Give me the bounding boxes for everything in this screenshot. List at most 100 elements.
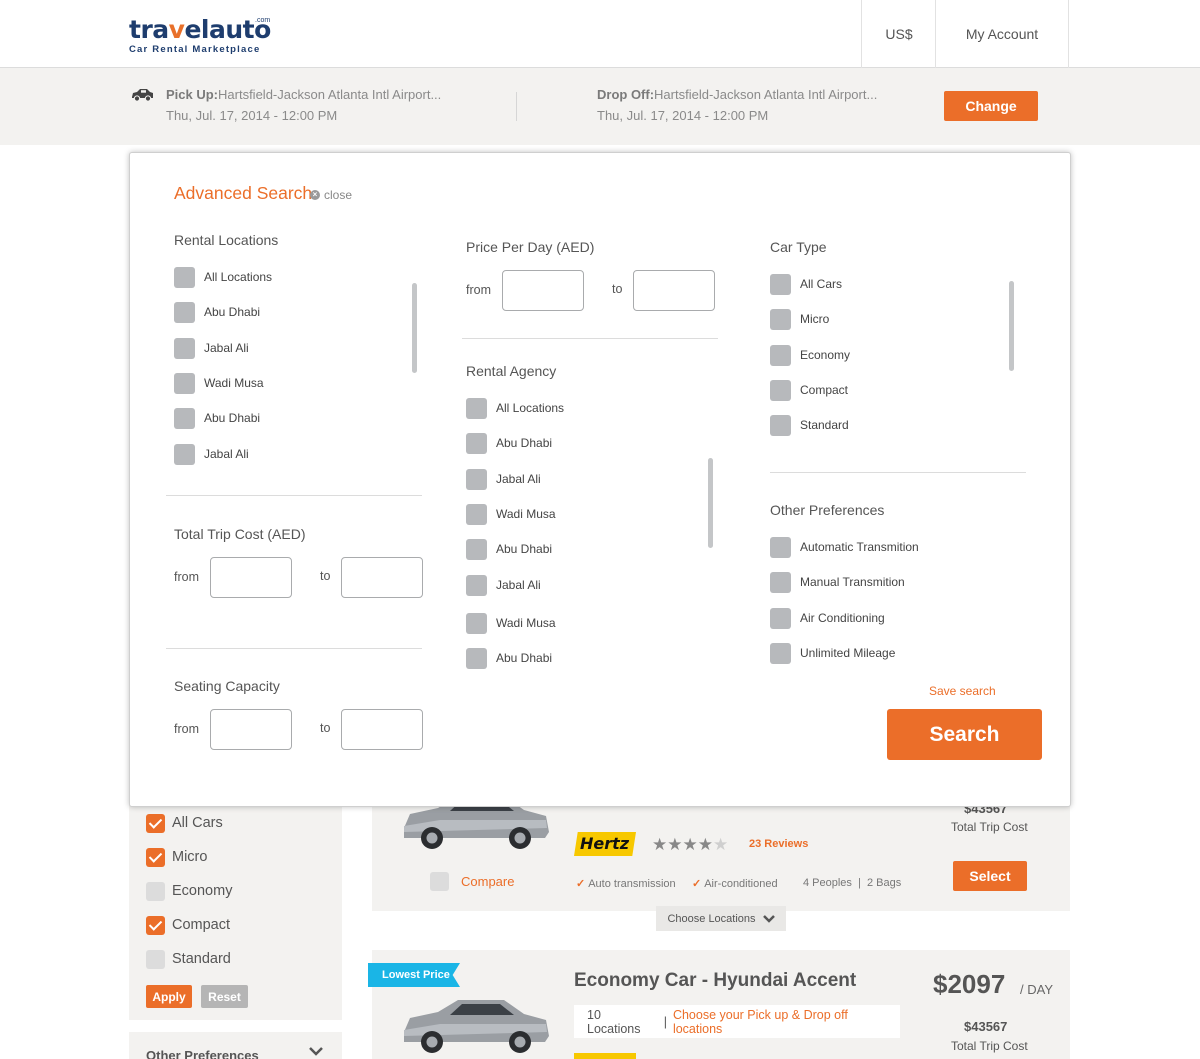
checkbox-checked-icon[interactable] [146,915,165,935]
dropoff-label: Drop Off: [597,87,655,102]
section-divider [462,338,718,339]
checkbox-icon[interactable] [770,536,791,558]
trip-cost-to-input[interactable] [341,557,423,598]
preference-option[interactable]: Manual Transmition [770,571,905,593]
currency-selector[interactable]: US$ [861,0,936,68]
top-header: travelauto .com Car Rental Marketplace U… [0,0,1200,68]
checkbox-icon[interactable] [174,407,195,429]
location-option[interactable]: Wadi Musa [174,372,264,394]
pickup-line: Pick Up:Hartsfield-Jackson Atlanta Intl … [166,84,441,105]
rental-agency-scrollbar[interactable] [708,458,713,548]
price-to-input[interactable] [633,270,715,311]
agency-option[interactable]: Abu Dhabi [466,647,552,669]
checkbox-icon[interactable] [770,414,791,436]
checkbox-icon[interactable] [770,273,791,295]
checkbox-icon[interactable] [174,337,195,359]
checkbox-unchecked-icon[interactable] [146,949,165,969]
checkbox-icon[interactable] [174,372,195,394]
agency-option[interactable]: Wadi Musa [466,503,556,525]
car-type-scrollbar[interactable] [1009,281,1014,371]
save-search-link[interactable]: Save search [929,684,996,698]
agency-option[interactable]: All Locations [466,397,564,419]
close-icon: × [310,190,320,200]
to-label: to [320,569,331,583]
checkbox-icon[interactable] [466,432,487,454]
option-label: All Locations [496,401,565,415]
seating-from-input[interactable] [210,709,292,750]
choose-locations-link[interactable]: Choose your Pick up & Drop off locations [673,1008,900,1036]
car-icon [132,89,153,102]
rental-locations-scrollbar[interactable] [412,283,417,373]
location-option[interactable]: Abu Dhabi [174,407,260,429]
price-per-day: $2097 [933,969,1006,999]
checkbox-unchecked-icon[interactable] [430,872,449,891]
preference-option[interactable]: Unlimited Mileage [770,642,895,664]
car-type-option[interactable]: Compact [770,379,848,401]
checkbox-icon[interactable] [466,503,487,525]
car-type-option[interactable]: All Cars [770,273,842,295]
travelauto-logo[interactable]: travelauto .com Car Rental Marketplace [129,17,271,56]
car-title[interactable]: Economy Car - Hyundai Accent [574,970,856,992]
apply-button[interactable]: Apply [146,985,192,1008]
my-account-link[interactable]: My Account [935,0,1069,68]
preference-option[interactable]: Automatic Transmition [770,536,919,558]
checkbox-icon[interactable] [770,642,791,664]
checkbox-icon[interactable] [770,379,791,401]
sidebar-filter-economy[interactable]: Economy [146,881,232,901]
car-image[interactable] [400,992,552,1059]
price-from-input[interactable] [502,270,584,311]
location-option[interactable]: All Locations [174,266,272,288]
location-option[interactable]: Jabal Ali [174,337,249,359]
checkbox-icon[interactable] [770,607,791,629]
preference-option[interactable]: Air Conditioning [770,607,885,629]
checkbox-icon[interactable] [466,538,487,560]
sidebar-filter-standard[interactable]: Standard [146,949,231,969]
checkbox-unchecked-icon[interactable] [146,881,165,901]
location-option[interactable]: Jabal Ali [174,443,249,465]
compare-label: Compare [461,874,515,889]
checkbox-icon[interactable] [174,301,195,323]
option-label: Micro [800,312,830,326]
location-option[interactable]: Abu Dhabi [174,301,260,323]
hertz-logo [574,1053,636,1059]
car-type-option[interactable]: Micro [770,308,829,330]
checkbox-icon[interactable] [174,266,195,288]
checkbox-checked-icon[interactable] [146,847,165,867]
change-button[interactable]: Change [944,91,1038,121]
agency-option[interactable]: Jabal Ali [466,574,541,596]
checkbox-icon[interactable] [770,571,791,593]
car-type-option[interactable]: Economy [770,344,850,366]
checkbox-icon[interactable] [466,574,487,596]
reviews-link[interactable]: 23 Reviews [749,838,808,850]
compare-toggle[interactable]: Compare [430,872,514,891]
option-label: Wadi Musa [496,507,556,521]
agency-option[interactable]: Abu Dhabi [466,538,552,560]
agency-option[interactable]: Abu Dhabi [466,432,552,454]
checkbox-icon[interactable] [466,647,487,669]
agency-option[interactable]: Wadi Musa [466,612,556,634]
reset-button[interactable]: Reset [201,985,248,1008]
search-button[interactable]: Search [887,709,1042,760]
sidebar-filter-all-cars[interactable]: All Cars [146,813,223,833]
checkbox-icon[interactable] [466,612,487,634]
checkbox-icon[interactable] [466,468,487,490]
checkbox-icon[interactable] [174,443,195,465]
checkbox-icon[interactable] [770,344,791,366]
from-label: from [174,722,199,736]
seating-to-input[interactable] [341,709,423,750]
other-preferences-accordion[interactable]: Other Preferences [129,1032,342,1059]
car-type-option[interactable]: Standard [770,414,849,436]
checkbox-checked-icon[interactable] [146,813,165,833]
checkbox-icon[interactable] [466,397,487,419]
select-button[interactable]: Select [953,861,1027,891]
sidebar-filter-micro[interactable]: Micro [146,847,207,867]
close-button[interactable]: × close [310,188,352,202]
pickup-location: Hartsfield-Jackson Atlanta Intl Airport.… [218,87,442,102]
checkbox-icon[interactable] [770,308,791,330]
option-label: Compact [800,383,849,397]
option-label: Automatic Transmition [800,540,919,554]
choose-locations-toggle[interactable]: Choose Locations [656,906,786,931]
sidebar-filter-compact[interactable]: Compact [146,915,230,935]
trip-cost-from-input[interactable] [210,557,292,598]
agency-option[interactable]: Jabal Ali [466,468,541,490]
